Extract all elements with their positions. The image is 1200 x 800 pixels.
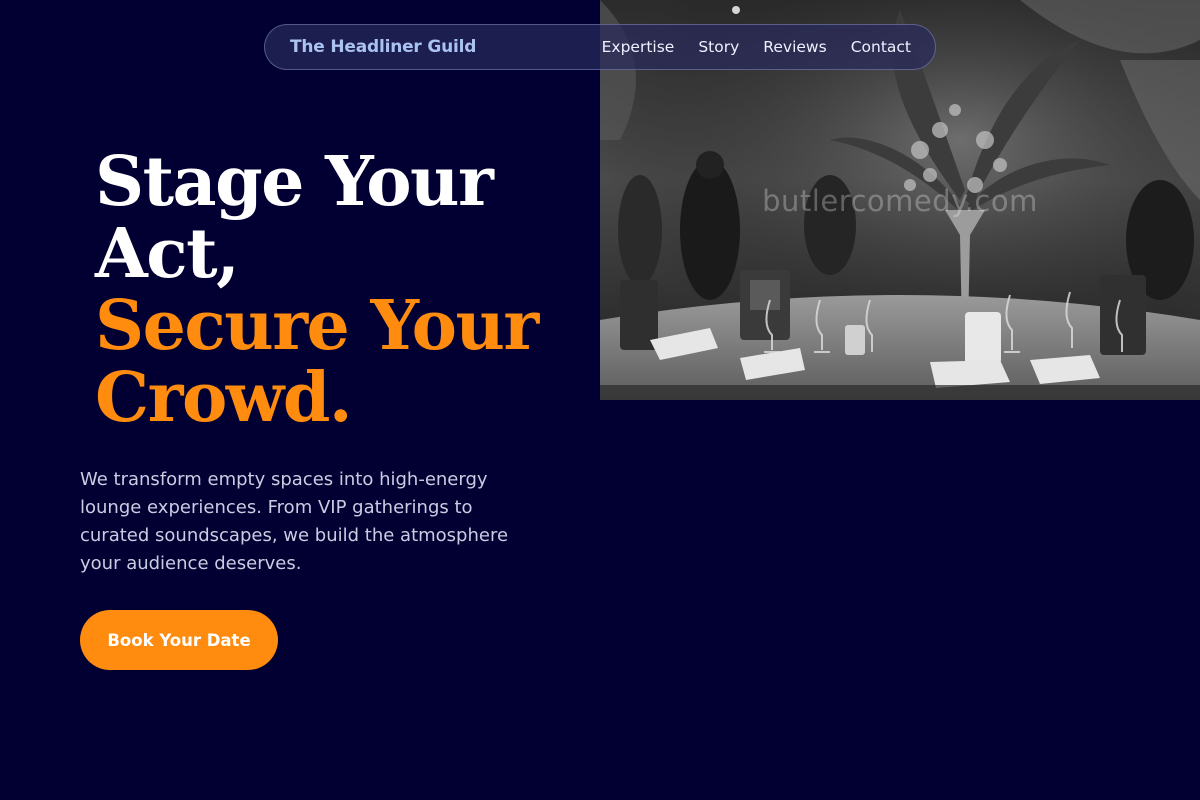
headline-line-2: Act, xyxy=(95,214,240,294)
nav-link-contact[interactable]: Contact xyxy=(851,38,911,56)
hero-description: We transform empty spaces into high-ener… xyxy=(80,469,509,574)
headline-line-1: Stage Your xyxy=(95,142,494,222)
image-watermark: butlercomedy.com xyxy=(762,184,1038,218)
nav-link-story[interactable]: Story xyxy=(698,38,739,56)
landing-page: butlercomedy.com The Headliner Guild Exp… xyxy=(0,0,1200,800)
brand-logo-link[interactable]: The Headliner Guild xyxy=(290,37,476,57)
headline-line-4: Crowd. xyxy=(95,358,353,438)
nav-links: Expertise Story Reviews Contact xyxy=(602,38,911,56)
book-your-date-button[interactable]: Book Your Date xyxy=(80,610,278,670)
hero-headline: Stage Your Act, Secure Your Crowd. xyxy=(95,146,575,434)
headline-line-3: Secure Your xyxy=(95,286,539,366)
nav-link-expertise[interactable]: Expertise xyxy=(602,38,675,56)
nav-link-reviews[interactable]: Reviews xyxy=(763,38,826,56)
top-navigation: The Headliner Guild Expertise Story Revi… xyxy=(264,24,936,70)
